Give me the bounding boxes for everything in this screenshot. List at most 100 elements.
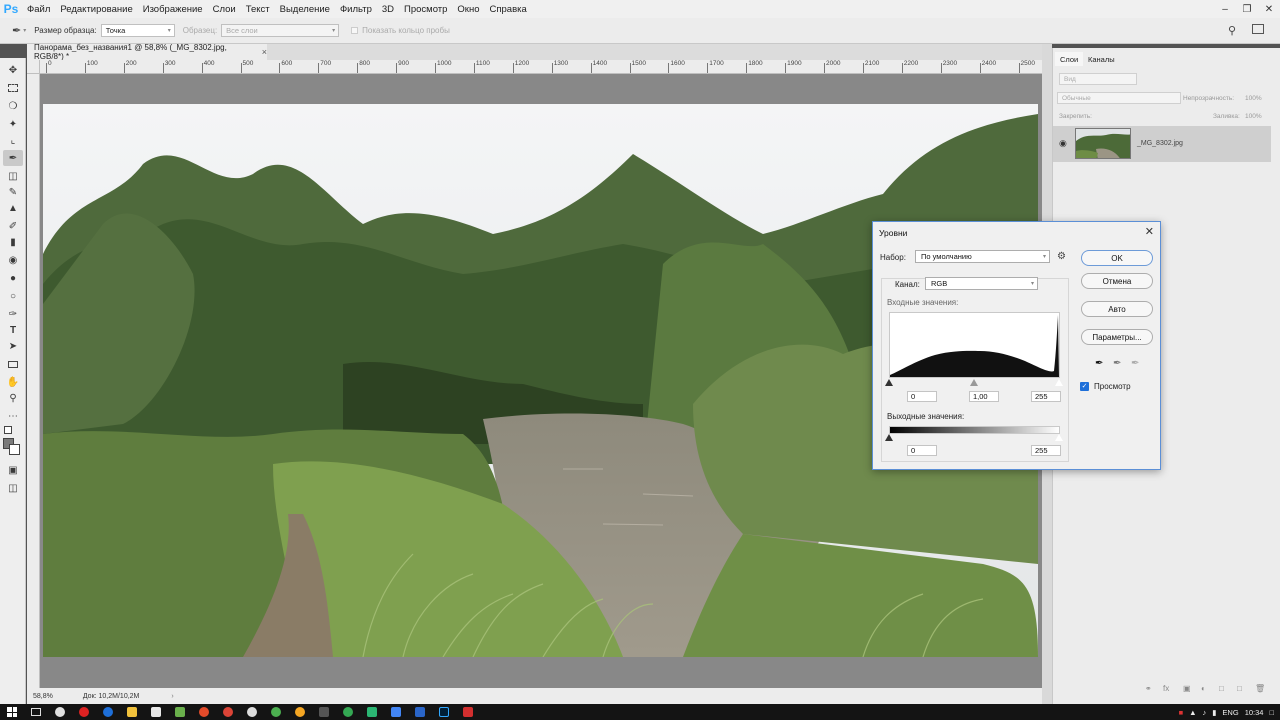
document-tab[interactable]: Панорама_без_названия1 @ 58,8% (_MG_8302…	[27, 43, 267, 61]
show-ring-checkbox[interactable]	[351, 27, 359, 34]
status-arrow-icon[interactable]: ›	[171, 693, 173, 700]
file-explorer-icon[interactable]	[120, 704, 144, 720]
type-tool-icon[interactable]: T	[3, 322, 23, 338]
healing-brush-tool-icon[interactable]: ◫	[3, 168, 23, 184]
zoom-tool-icon[interactable]: ⚲	[3, 390, 23, 406]
tab-layers[interactable]: Слои	[1055, 52, 1084, 66]
zoom-level[interactable]: 58,8%	[33, 693, 53, 700]
eyedropper-tool-preset-icon[interactable]: ✒	[12, 24, 21, 37]
minimize-icon[interactable]: –	[1214, 0, 1236, 18]
app-icon[interactable]	[456, 704, 480, 720]
tab-channels[interactable]: Каналы	[1083, 52, 1120, 66]
input-gamma-field[interactable]: 1,00	[969, 391, 999, 402]
app-icon[interactable]	[312, 704, 336, 720]
windows-start-icon[interactable]	[0, 704, 24, 720]
notifications-icon[interactable]: □	[1269, 708, 1274, 717]
opera-icon[interactable]	[72, 704, 96, 720]
input-white-handle[interactable]	[1055, 379, 1063, 386]
sample-select[interactable]: Все слои ▾	[221, 24, 340, 37]
output-black-handle[interactable]	[885, 434, 893, 441]
marquee-tool-icon[interactable]	[3, 80, 23, 96]
photoshop-taskbar-icon[interactable]	[432, 704, 456, 720]
language-indicator[interactable]: ENG	[1222, 708, 1238, 717]
black-eyedropper-icon[interactable]: ✒	[1095, 358, 1103, 369]
eye-icon[interactable]: ◉	[1059, 138, 1067, 149]
app-icon[interactable]	[192, 704, 216, 720]
shield-icon[interactable]: ■	[1179, 708, 1184, 717]
preview-checkbox[interactable]: ✓	[1080, 382, 1089, 391]
volume-icon[interactable]: ♪	[1203, 708, 1207, 717]
menu-layers[interactable]: Слои	[208, 4, 241, 15]
lasso-tool-icon[interactable]: ❍	[3, 98, 23, 114]
gray-eyedropper-icon[interactable]: ✒	[1113, 358, 1121, 369]
app-icon[interactable]	[264, 704, 288, 720]
sample-size-select[interactable]: Точка ▾	[100, 24, 175, 37]
opacity-value[interactable]: 100%	[1245, 95, 1262, 102]
menu-type[interactable]: Текст	[241, 4, 275, 15]
app-icon[interactable]	[336, 704, 360, 720]
menu-edit[interactable]: Редактирование	[55, 4, 137, 15]
screen-mode-icon[interactable]: ◫	[3, 480, 23, 496]
close-icon[interactable]: ✕	[1258, 0, 1280, 18]
gear-icon[interactable]: ⚙	[1057, 251, 1066, 262]
app-icon[interactable]	[168, 704, 192, 720]
input-black-handle[interactable]	[885, 379, 893, 386]
quick-mask-icon[interactable]: ▣	[3, 462, 23, 478]
output-white-field[interactable]: 255	[1031, 445, 1061, 456]
crop-tool-icon[interactable]: ⌞	[3, 132, 23, 148]
link-layers-icon[interactable]: ⚭	[1145, 684, 1152, 693]
task-view-icon[interactable]	[24, 704, 48, 720]
ok-button[interactable]: OK	[1081, 250, 1153, 266]
tool-preset-chevron-icon[interactable]: ▾	[23, 27, 26, 34]
delete-layer-icon[interactable]: 🗑	[1255, 684, 1265, 693]
dodge-tool-icon[interactable]: ○	[3, 288, 23, 304]
chrome-icon[interactable]	[216, 704, 240, 720]
menu-file[interactable]: Файл	[22, 4, 55, 15]
output-levels-slider[interactable]	[885, 434, 1063, 442]
menu-help[interactable]: Справка	[485, 4, 532, 15]
edge-icon[interactable]	[96, 704, 120, 720]
clone-stamp-tool-icon[interactable]: ▲	[3, 200, 23, 216]
app-icon[interactable]	[240, 704, 264, 720]
pen-tool-icon[interactable]: ✑	[3, 306, 23, 322]
input-white-field[interactable]: 255	[1031, 391, 1061, 402]
channel-select[interactable]: RGB ▾	[925, 277, 1038, 290]
blend-mode-select[interactable]: Обычные	[1057, 92, 1181, 104]
fx-icon[interactable]: fx	[1163, 684, 1169, 693]
close-icon[interactable]: ×	[262, 47, 267, 57]
preset-select[interactable]: По умолчанию ▾	[915, 250, 1050, 263]
auto-button[interactable]: Авто	[1081, 301, 1153, 317]
clock[interactable]: 10:34	[1245, 708, 1264, 717]
path-selection-tool-icon[interactable]: ➤	[3, 338, 23, 354]
network-icon[interactable]: ▲	[1189, 708, 1196, 717]
move-tool-icon[interactable]: ✥	[3, 62, 23, 78]
input-gamma-handle[interactable]	[970, 379, 978, 386]
input-levels-slider[interactable]	[885, 379, 1063, 387]
app-icon[interactable]	[144, 704, 168, 720]
app-icon[interactable]	[288, 704, 312, 720]
add-mask-icon[interactable]: ▣	[1183, 684, 1191, 693]
new-layer-icon[interactable]: □	[1237, 684, 1242, 693]
paint-bucket-tool-icon[interactable]: ◉	[3, 252, 23, 268]
rectangle-tool-icon[interactable]	[3, 356, 23, 372]
search-app-icon[interactable]	[48, 704, 72, 720]
layer-row[interactable]: ◉ _MG_8302.jpg	[1053, 126, 1271, 162]
adjustment-layer-icon[interactable]: ◐	[1201, 684, 1206, 693]
app-icon[interactable]	[408, 704, 432, 720]
default-colors-icon[interactable]	[4, 426, 12, 434]
eyedropper-tool-icon[interactable]: ✒	[3, 150, 23, 166]
menu-view[interactable]: Просмотр	[399, 4, 452, 15]
new-group-icon[interactable]: □	[1219, 684, 1224, 693]
menu-window[interactable]: Окно	[452, 4, 484, 15]
background-color-swatch[interactable]	[9, 444, 20, 455]
layer-filter-field[interactable]: Вид	[1059, 73, 1137, 85]
menu-image[interactable]: Изображение	[138, 4, 208, 15]
app-icon[interactable]	[360, 704, 384, 720]
workspace-icon[interactable]	[1252, 24, 1264, 34]
restore-icon[interactable]: ❐	[1236, 0, 1258, 18]
app-icon[interactable]	[384, 704, 408, 720]
cancel-button[interactable]: Отмена	[1081, 273, 1153, 289]
menu-filter[interactable]: Фильтр	[335, 4, 377, 15]
hand-tool-icon[interactable]: ✋	[3, 374, 23, 390]
blur-tool-icon[interactable]: ●	[3, 270, 23, 286]
